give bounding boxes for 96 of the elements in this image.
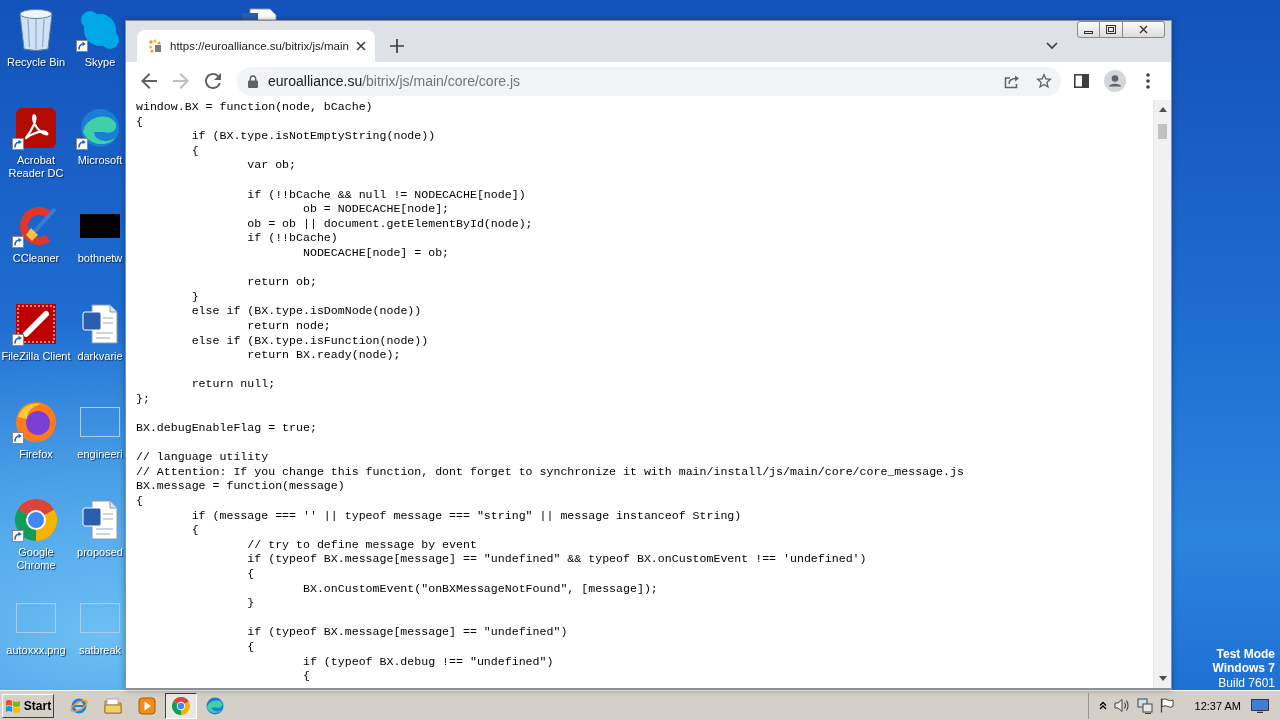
code-line: { bbox=[247, 567, 255, 582]
speaker-icon[interactable] bbox=[1113, 698, 1130, 713]
code-line: { bbox=[302, 669, 310, 684]
side-panel-icon[interactable] bbox=[1074, 74, 1089, 88]
code-line: } bbox=[247, 596, 255, 611]
code-line: if (!!bCache && null != NODECACHE[node]) bbox=[247, 187, 526, 203]
code-line: return ob; bbox=[247, 275, 317, 290]
code-line: if (!!bCache) bbox=[247, 231, 338, 246]
code-line: return node; bbox=[247, 318, 331, 334]
desktop-icon-label[interactable]: Microsoft bbox=[77, 154, 123, 167]
taskbar-button[interactable] bbox=[165, 692, 197, 719]
browser-icon bbox=[206, 696, 224, 715]
chat-app-icon[interactable] bbox=[80, 10, 120, 50]
code-line: { bbox=[191, 523, 199, 538]
browser-tab[interactable]: https://euroalliance.su/bitrix/js/main bbox=[137, 30, 375, 62]
close-button[interactable] bbox=[1123, 21, 1165, 38]
fox-globe-icon[interactable] bbox=[15, 401, 57, 443]
desktop-icon-label[interactable]: darkvarie bbox=[77, 350, 123, 363]
image-thumbnail-icon[interactable] bbox=[80, 214, 120, 238]
code-line: { bbox=[136, 494, 143, 509]
code-line: if (typeof BX.message[message] == "undefined") bbox=[247, 625, 568, 640]
code-line: if (typeof BX.debug !== "undefined") bbox=[302, 654, 554, 670]
restore-icon bbox=[1106, 25, 1116, 34]
site-favicon-icon bbox=[148, 39, 162, 53]
scrollbar-thumb[interactable] bbox=[1158, 124, 1167, 139]
flag-icon[interactable] bbox=[1159, 698, 1174, 713]
chevron-down-icon[interactable] bbox=[1046, 42, 1058, 50]
reload-icon[interactable] bbox=[205, 73, 221, 89]
start-button[interactable]: Start bbox=[2, 693, 54, 718]
code-line: { bbox=[136, 114, 143, 130]
code-line: ob = ob || document.getElementById(node); bbox=[247, 216, 533, 232]
code-line: var ob; bbox=[247, 158, 296, 173]
code-line: { bbox=[191, 143, 199, 159]
bookmark-star-icon[interactable] bbox=[1036, 73, 1052, 89]
folder-icon bbox=[104, 696, 122, 715]
chevron-up-icon[interactable] bbox=[1098, 701, 1107, 710]
network-icon[interactable] bbox=[1136, 697, 1153, 714]
swirl-app-icon[interactable] bbox=[80, 108, 120, 148]
scroll-up-icon[interactable] bbox=[1158, 107, 1167, 112]
desktop-icon-label[interactable]: CCleaner bbox=[12, 252, 60, 265]
code-line: BX.message = function(message) bbox=[136, 479, 345, 495]
desktop-icon-label[interactable]: Acrobat Reader DC bbox=[0, 154, 72, 180]
code-line: else if (BX.type.isDomNode(node)) bbox=[191, 304, 422, 319]
browser-icon[interactable] bbox=[14, 498, 58, 542]
code-line: return BX.ready(node); bbox=[247, 348, 401, 363]
code-line: ob = NODECACHE[node]; bbox=[302, 202, 450, 217]
code-line: if (message === '' || typeof message === "string" || message instanceof String) bbox=[191, 508, 742, 524]
system-notice-text: Test Mode bbox=[1215, 646, 1275, 661]
close-icon bbox=[1139, 25, 1148, 34]
desktop-icon-label[interactable]: Recycle Bin bbox=[6, 56, 66, 69]
code-line: } bbox=[191, 289, 199, 305]
code-line: if (BX.type.isNotEmptyString(node)) bbox=[191, 129, 436, 144]
browser-icon bbox=[70, 696, 88, 715]
code-line: BX.onCustomEvent("onBXMessageNotFound", [message]); bbox=[302, 581, 658, 597]
desktop-icon-label[interactable]: bothnetw bbox=[77, 252, 123, 265]
code-line: // try to define message by event bbox=[247, 537, 477, 553]
start-logo-icon bbox=[4, 698, 21, 713]
back-arrow-icon[interactable] bbox=[141, 73, 157, 89]
new-tab-icon[interactable] bbox=[390, 39, 404, 53]
clock-text[interactable]: 12:37 AM bbox=[1194, 699, 1241, 712]
document-icon[interactable] bbox=[82, 500, 118, 540]
desktop-icon-label[interactable]: FileZilla Client bbox=[1, 350, 71, 363]
code-line: if (typeof BX.message[message] == "undefined" && typeof BX.onCustomEvent !== 'undefined') bbox=[247, 552, 867, 567]
code-line: NODECACHE[node] = ob; bbox=[302, 245, 450, 261]
more-menu-icon[interactable] bbox=[1146, 73, 1150, 89]
url-text: euroalliance.su/bitrix/js/main/core/core.js bbox=[268, 73, 521, 89]
minimize-icon bbox=[1084, 31, 1093, 34]
reader-app-icon[interactable] bbox=[16, 108, 56, 148]
media-player-icon bbox=[138, 696, 156, 715]
code-line: BX.debugEnableFlag = true; bbox=[136, 421, 317, 436]
system-notice-text: Build 7601 bbox=[1217, 675, 1275, 690]
scroll-down-icon[interactable] bbox=[1158, 676, 1167, 681]
share-icon[interactable] bbox=[1004, 73, 1020, 89]
document-icon[interactable] bbox=[82, 304, 118, 344]
close-icon[interactable] bbox=[356, 41, 366, 51]
app-tile-icon[interactable] bbox=[16, 304, 56, 344]
desktop-icon-label[interactable]: Firefox bbox=[19, 448, 53, 461]
system-notice-text: Windows 7 bbox=[1212, 661, 1275, 676]
profile-icon[interactable] bbox=[1104, 70, 1126, 92]
code-line: else if (BX.type.isFunction(node)) bbox=[191, 333, 429, 349]
restore-button[interactable] bbox=[1100, 21, 1123, 38]
desktop-icon-label[interactable]: engineeri bbox=[77, 448, 123, 461]
address-bar[interactable]: euroalliance.su/bitrix/js/main/core/core.js bbox=[237, 66, 1061, 96]
scrollbar[interactable] bbox=[1153, 100, 1171, 688]
code-line: // language utility bbox=[136, 450, 269, 465]
lock-icon bbox=[248, 74, 258, 88]
browser-icon bbox=[172, 696, 190, 715]
trash-bin-icon[interactable] bbox=[18, 8, 54, 52]
desktop-icon-label[interactable]: Skype bbox=[84, 56, 116, 69]
code-line: }; bbox=[136, 391, 150, 407]
code-line: window.BX = function(node, bCache) bbox=[136, 100, 373, 115]
minimize-button[interactable] bbox=[1077, 21, 1100, 38]
show-desktop-icon[interactable] bbox=[1251, 698, 1269, 713]
code-line: return null; bbox=[191, 377, 276, 392]
code-line: { bbox=[247, 639, 255, 655]
code-line: // Attention: If you change this function, dont forget to synchronize it with main/install/js/main/core/core_message.js bbox=[136, 464, 964, 480]
